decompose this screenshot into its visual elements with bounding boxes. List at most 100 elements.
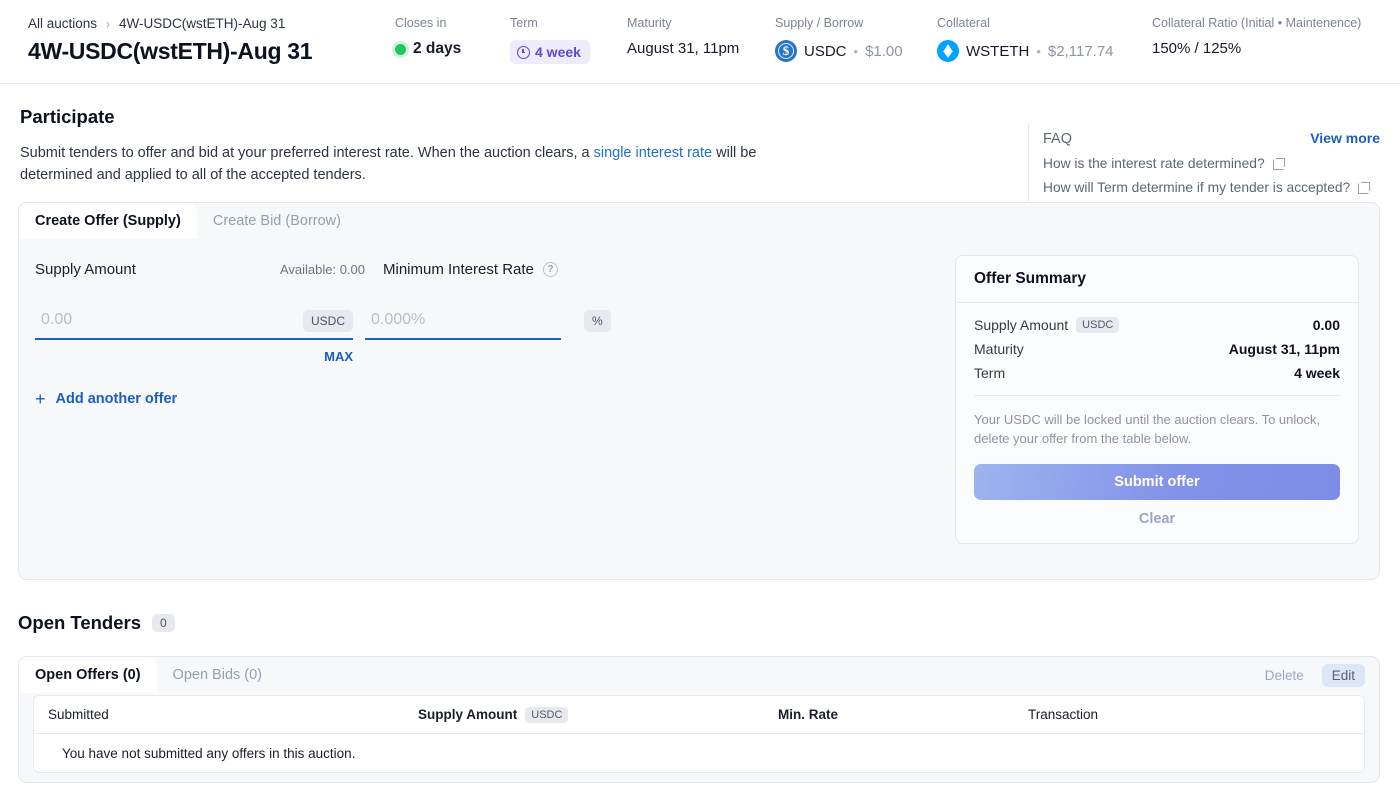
table-empty-message: You have not submitted any offers in thi… bbox=[62, 745, 356, 761]
collateral-ratio-value: 150% / 125% bbox=[1152, 40, 1242, 57]
add-another-offer-label: Add another offer bbox=[55, 391, 178, 407]
stat-supply-borrow: Supply / Borrow USDC • $1.00 bbox=[775, 16, 903, 62]
column-header-supply-amount-label: Supply Amount bbox=[418, 707, 518, 722]
open-tenders-card: Open Offers (0) Open Bids (0) Delete Edi… bbox=[18, 656, 1380, 783]
external-link-icon bbox=[1358, 181, 1371, 194]
supply-amount-unit-pill: USDC bbox=[302, 309, 353, 332]
closes-in-value-row: 2 days bbox=[395, 40, 461, 58]
stat-collateral-ratio: Collateral Ratio (Initial • Maintenence)… bbox=[1152, 16, 1361, 57]
collateral-label: Collateral bbox=[937, 16, 990, 30]
help-icon[interactable]: ? bbox=[542, 262, 558, 277]
collateral-symbol: WSTETH bbox=[966, 42, 1030, 60]
summary-row-key: Term bbox=[974, 365, 1006, 381]
open-tenders-count-badge: 0 bbox=[152, 614, 175, 632]
submit-offer-button[interactable]: Submit offer bbox=[974, 464, 1340, 500]
supply-borrow-symbol: USDC bbox=[804, 42, 847, 60]
min-rate-unit-pill: % bbox=[584, 309, 611, 332]
max-button[interactable]: MAX bbox=[35, 349, 353, 364]
header-left: All auctions › 4W-USDC(wstETH)-Aug 31 4W… bbox=[28, 16, 313, 65]
term-value: 4 week bbox=[535, 44, 581, 60]
create-offer-card: Create Offer (Supply) Create Bid (Borrow… bbox=[18, 202, 1380, 580]
summary-row-value: 0.00 bbox=[1312, 317, 1340, 333]
stat-term: Term 4 week bbox=[510, 16, 590, 64]
column-header-supply-unit-pill: USDC bbox=[525, 706, 569, 723]
term-value-row: 4 week bbox=[510, 40, 590, 64]
supply-borrow-price: $1.00 bbox=[865, 42, 903, 60]
tenders-table: Submitted Supply Amount USDC Min. Rate T… bbox=[33, 695, 1365, 773]
external-link-icon bbox=[1272, 157, 1285, 170]
faq-item[interactable]: How is the interest rate determined? bbox=[1043, 156, 1380, 171]
tab-open-bids[interactable]: Open Bids (0) bbox=[157, 657, 278, 693]
supply-amount-input[interactable] bbox=[35, 311, 303, 333]
collateral-ratio-label: Collateral Ratio (Initial • Maintenence) bbox=[1152, 16, 1362, 30]
tenders-tabs: Open Offers (0) Open Bids (0) Delete Edi… bbox=[19, 657, 1379, 693]
offer-summary-card: Offer Summary Supply Amount USDC 0.00 Ma… bbox=[955, 255, 1359, 544]
summary-row-value: 4 week bbox=[1294, 365, 1340, 381]
maturity-label: Maturity bbox=[627, 16, 672, 30]
offer-summary-title: Offer Summary bbox=[956, 256, 1358, 303]
add-another-offer-button[interactable]: + Add another offer bbox=[35, 390, 177, 408]
offer-summary-rows: Supply Amount USDC 0.00 Maturity August … bbox=[956, 303, 1358, 396]
faq-item[interactable]: How will Term determine if my tender is … bbox=[1043, 180, 1380, 195]
min-interest-rate-label: Minimum Interest Rate bbox=[383, 261, 534, 278]
faq-panel: FAQ View more How is the interest rate d… bbox=[1028, 124, 1380, 201]
offer-summary-note: Your USDC will be locked until the aucti… bbox=[974, 412, 1321, 446]
summary-row-value: August 31, 11pm bbox=[1228, 341, 1340, 357]
breadcrumb-all-auctions[interactable]: All auctions bbox=[28, 16, 97, 31]
collateral-ratio-value-row: 150% / 125% bbox=[1152, 40, 1361, 57]
supply-amount-input-wrap: USDC bbox=[35, 306, 353, 340]
supply-borrow-value-row: USDC • $1.00 bbox=[775, 40, 903, 62]
min-rate-input[interactable] bbox=[365, 311, 584, 333]
min-rate-field-group: % bbox=[365, 306, 611, 364]
min-rate-input-wrap: % bbox=[365, 306, 611, 340]
open-tenders-header: Open Tenders 0 bbox=[18, 612, 175, 634]
supply-borrow-label: Supply / Borrow bbox=[775, 16, 864, 30]
supply-amount-label: Supply Amount bbox=[35, 261, 136, 278]
breadcrumb-current: 4W-USDC(wstETH)-Aug 31 bbox=[119, 16, 286, 31]
summary-row-key-group: Supply Amount USDC bbox=[974, 317, 1120, 333]
closes-in-label: Closes in bbox=[395, 16, 447, 30]
usdc-coin-icon bbox=[775, 40, 797, 62]
stat-closes-in: Closes in 2 days bbox=[395, 16, 461, 58]
collateral-price: $2,117.74 bbox=[1047, 42, 1114, 60]
min-rate-label-group: Minimum Interest Rate ? bbox=[383, 261, 558, 278]
collateral-value-row: WSTETH • $2,117.74 bbox=[937, 40, 1114, 62]
maturity-value-row: August 31, 11pm bbox=[627, 40, 739, 57]
clock-icon bbox=[517, 45, 530, 59]
closes-in-value: 2 days bbox=[413, 40, 462, 57]
page-title: 4W-USDC(wstETH)-Aug 31 bbox=[28, 38, 313, 64]
page-header: All auctions › 4W-USDC(wstETH)-Aug 31 4W… bbox=[0, 0, 1400, 84]
faq-view-more-link[interactable]: View more bbox=[1310, 130, 1380, 146]
wsteth-coin-icon bbox=[937, 40, 959, 62]
delete-button[interactable]: Delete bbox=[1255, 664, 1314, 687]
stat-maturity: Maturity August 31, 11pm bbox=[627, 16, 739, 57]
tab-create-bid[interactable]: Create Bid (Borrow) bbox=[197, 203, 357, 239]
summary-row-key: Supply Amount bbox=[974, 317, 1069, 333]
term-badge: 4 week bbox=[510, 40, 590, 64]
column-header-transaction: Transaction bbox=[1028, 707, 1099, 722]
faq-item-label: How will Term determine if my tender is … bbox=[1043, 180, 1351, 195]
edit-button[interactable]: Edit bbox=[1321, 664, 1365, 687]
term-label: Term bbox=[510, 16, 538, 30]
offer-tabs: Create Offer (Supply) Create Bid (Borrow… bbox=[19, 203, 1379, 239]
stat-collateral: Collateral WSTETH • $2,117.74 bbox=[937, 16, 1114, 62]
open-tenders-title: Open Tenders bbox=[18, 612, 142, 633]
header-stats: Closes in 2 days Term 4 week Maturity Au… bbox=[395, 16, 1384, 76]
column-header-min-rate: Min. Rate bbox=[778, 707, 839, 722]
single-interest-rate-link[interactable]: single interest rate bbox=[594, 145, 712, 161]
tab-open-offers[interactable]: Open Offers (0) bbox=[19, 657, 157, 693]
participate-description: Submit tenders to offer and bid at your … bbox=[20, 142, 820, 186]
clear-button[interactable]: Clear bbox=[956, 511, 1358, 527]
table-header-row: Submitted Supply Amount USDC Min. Rate T… bbox=[34, 696, 1364, 734]
supply-amount-field-group: USDC MAX bbox=[35, 306, 353, 364]
tab-create-offer[interactable]: Create Offer (Supply) bbox=[19, 203, 197, 239]
plus-icon: + bbox=[35, 389, 46, 409]
faq-title: FAQ bbox=[1043, 131, 1073, 147]
supply-amount-label-group: Supply Amount Available: 0.00 bbox=[35, 261, 365, 278]
summary-row: Maturity August 31, 11pm bbox=[974, 341, 1340, 357]
faq-item-label: How is the interest rate determined? bbox=[1043, 156, 1265, 171]
separator-dot: • bbox=[1036, 43, 1041, 59]
status-dot-icon bbox=[395, 43, 406, 55]
maturity-value: August 31, 11pm bbox=[627, 40, 740, 57]
summary-row-key: Maturity bbox=[974, 341, 1024, 357]
